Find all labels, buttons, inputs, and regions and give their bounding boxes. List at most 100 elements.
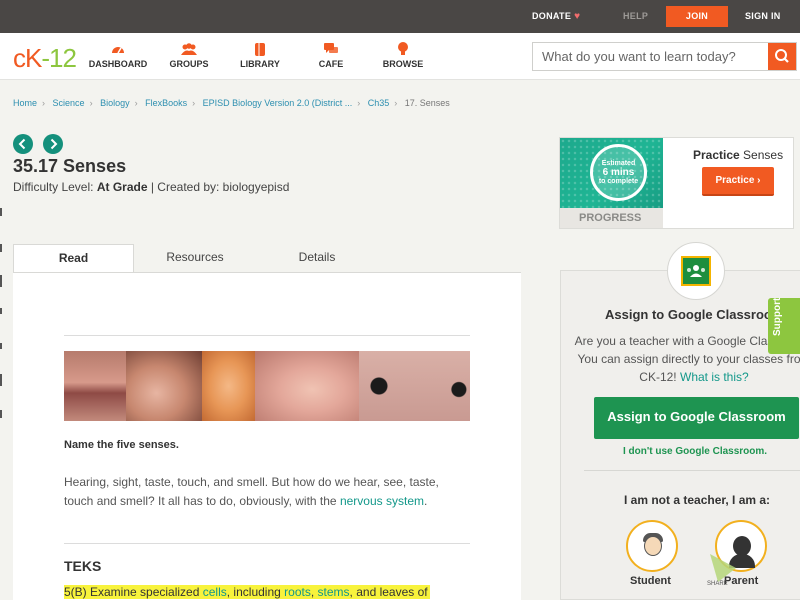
- practice-title-topic: Senses: [743, 148, 784, 162]
- breadcrumb-separator: ›: [394, 98, 398, 108]
- chevron-right-icon: [50, 138, 58, 150]
- nav-cafe[interactable]: CAFE: [316, 40, 346, 69]
- to-complete-label: to complete: [598, 178, 639, 185]
- top-bar: DONATE ♥ HELP JOIN SIGN IN: [0, 0, 800, 33]
- ear-image: [202, 351, 255, 421]
- assign-google-classroom-button[interactable]: Assign to Google Classroom: [594, 397, 799, 439]
- edge-marker: [0, 275, 2, 287]
- paragraph-period: .: [423, 494, 428, 508]
- practice-button-label: Practice: [715, 175, 755, 186]
- nav-browse[interactable]: BROWSE: [380, 40, 426, 69]
- search-button[interactable]: [768, 43, 796, 70]
- library-icon: [255, 43, 265, 56]
- teks-text: 5(B) Examine specialized: [64, 585, 200, 599]
- breadcrumb-separator: ›: [357, 98, 361, 108]
- share-label: SHARE: [707, 581, 728, 587]
- progress-label: PROGRESS: [560, 208, 663, 228]
- main-header: cK-12 DASHBOARD GROUPS LIBRARY CAFE BROW…: [0, 33, 800, 80]
- help-link[interactable]: HELP: [623, 0, 648, 33]
- breadcrumb-book[interactable]: EPISD Biology Version 2.0 (District ...: [203, 98, 353, 108]
- content-tabs: Read Resources Details: [13, 244, 521, 273]
- previous-lesson-button[interactable]: [13, 134, 33, 154]
- practice-title: Practice Senses: [693, 148, 783, 162]
- student-role-button[interactable]: [626, 520, 678, 572]
- assign-description: Are you a teacher with a Google Classroo…: [574, 332, 800, 386]
- dashboard-icon: [112, 47, 124, 54]
- search-input[interactable]: [533, 43, 769, 70]
- tab-resources[interactable]: Resources: [134, 244, 256, 273]
- breadcrumb-separator: ›: [192, 98, 196, 108]
- ck12-logo[interactable]: cK-12: [13, 43, 77, 74]
- groups-icon: [181, 43, 197, 55]
- lesson-paragraph: Hearing, sight, taste, touch, and smell.…: [64, 473, 464, 511]
- chevron-right-icon: ›: [757, 175, 761, 186]
- lips-image: [64, 351, 126, 421]
- donate-label: DONATE: [532, 11, 572, 21]
- teks-text: ,: [310, 585, 315, 599]
- nav-cafe-label: CAFE: [318, 59, 344, 69]
- nav-library-label: LIBRARY: [240, 59, 280, 69]
- support-label: Support: [772, 297, 783, 336]
- edge-marker: [0, 244, 2, 252]
- edge-marker: [0, 208, 2, 216]
- edge-marker: [0, 374, 2, 386]
- share-icon[interactable]: [708, 548, 738, 584]
- google-classroom-icon: [681, 256, 711, 286]
- breadcrumb-flexbooks[interactable]: FlexBooks: [145, 98, 187, 108]
- nervous-system-link[interactable]: nervous system: [340, 494, 424, 508]
- breadcrumb: Home › Science › Biology › FlexBooks › EPISD…: [13, 98, 450, 108]
- nav-dashboard-label: DASHBOARD: [88, 59, 148, 69]
- search-bar: [532, 42, 797, 71]
- stems-link[interactable]: stems: [318, 585, 350, 599]
- roots-link[interactable]: roots: [284, 585, 311, 599]
- breadcrumb-biology[interactable]: Biology: [100, 98, 130, 108]
- practice-button[interactable]: Practice ›: [702, 167, 774, 196]
- tab-read[interactable]: Read: [13, 244, 134, 273]
- breadcrumb-home[interactable]: Home: [13, 98, 37, 108]
- difficulty-meta: Difficulty Level: At Grade | Created by:…: [13, 180, 289, 194]
- eye-image: [359, 351, 470, 421]
- breadcrumb-separator: ›: [42, 98, 46, 108]
- support-tab[interactable]: Support: [768, 298, 800, 354]
- classroom-people-icon: [687, 265, 705, 277]
- estimate-circle: Estimated 6 mins to complete: [590, 144, 647, 201]
- difficulty-label: Difficulty Level:: [13, 180, 94, 194]
- senses-banner-image: [64, 351, 470, 421]
- practice-title-prefix: Practice: [693, 148, 740, 162]
- teks-heading: TEKS: [64, 558, 102, 574]
- cells-link[interactable]: cells: [203, 585, 227, 599]
- join-button[interactable]: JOIN: [666, 6, 728, 27]
- teks-text: , including: [226, 585, 281, 599]
- nav-dashboard[interactable]: DASHBOARD: [88, 40, 148, 69]
- assign-title: Assign to Google Classroom: [605, 307, 784, 322]
- divider: [64, 543, 470, 544]
- what-is-this-link[interactable]: What is this?: [680, 370, 749, 384]
- divider: [64, 335, 470, 336]
- breadcrumb-current: 17. Senses: [404, 98, 450, 108]
- hand-image: [126, 351, 202, 421]
- google-classroom-logo: [667, 242, 725, 300]
- logo-c: c: [13, 43, 26, 73]
- nav-browse-label: BROWSE: [382, 59, 424, 69]
- nav-library[interactable]: LIBRARY: [238, 40, 282, 69]
- heart-icon: ♥: [574, 11, 581, 22]
- sign-in-link[interactable]: SIGN IN: [745, 0, 781, 33]
- search-icon: [775, 49, 789, 63]
- nav-groups-label: GROUPS: [169, 59, 209, 69]
- not-teacher-label: I am not a teacher, I am a:: [624, 493, 771, 507]
- breadcrumb-chapter[interactable]: Ch35: [368, 98, 390, 108]
- donate-link[interactable]: DONATE ♥: [532, 0, 580, 33]
- breadcrumb-separator: ›: [134, 98, 138, 108]
- progress-panel: Estimated 6 mins to complete PROGRESS: [560, 138, 663, 228]
- dont-use-google-classroom-link[interactable]: I don't use Google Classroom.: [623, 446, 767, 457]
- next-lesson-button[interactable]: [43, 134, 63, 154]
- nose-image: [255, 351, 359, 421]
- tab-details[interactable]: Details: [256, 244, 378, 273]
- divider: [584, 470, 800, 471]
- breadcrumb-science[interactable]: Science: [53, 98, 85, 108]
- nav-groups[interactable]: GROUPS: [166, 40, 212, 69]
- student-label: Student: [630, 575, 671, 587]
- logo-k: K: [25, 43, 42, 73]
- cafe-chat-icon: [324, 43, 338, 53]
- teks-standard: 5(B) Examine specialized cells, includin…: [64, 585, 430, 599]
